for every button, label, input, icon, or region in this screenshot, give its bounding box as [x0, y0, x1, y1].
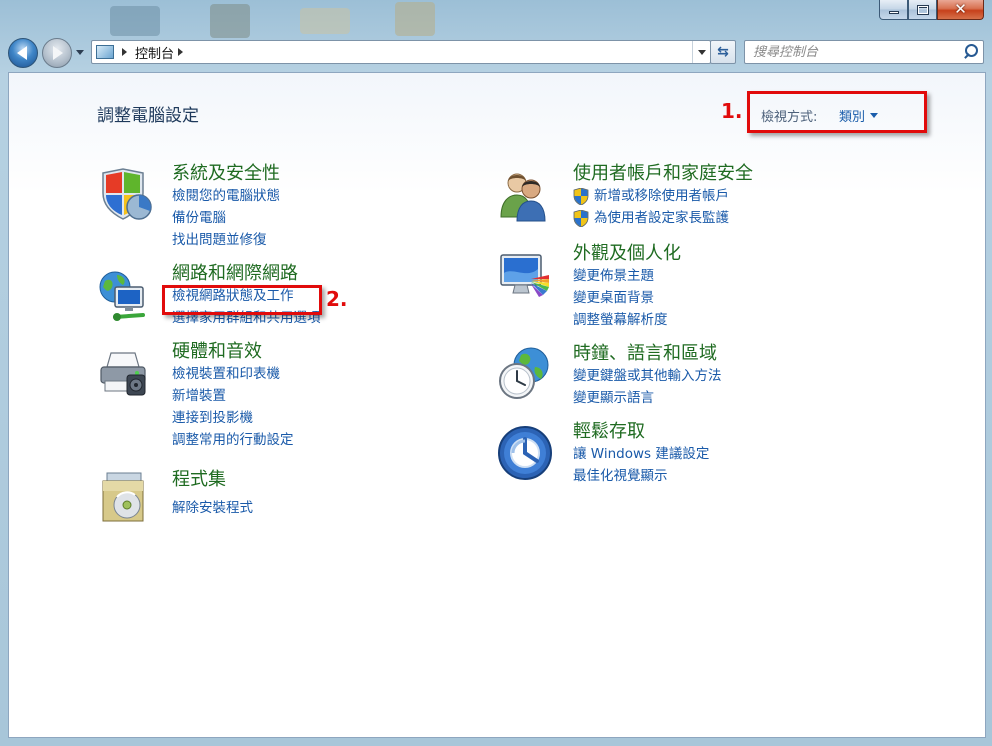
background-blur: [300, 8, 350, 34]
network-internet-icon: [99, 271, 145, 321]
annotation-1-label: 1.: [721, 99, 743, 123]
background-blur: [110, 6, 160, 36]
uac-shield-icon: [573, 188, 589, 205]
chevron-down-icon: [697, 49, 706, 55]
annotation-2-label: 2.: [326, 287, 348, 311]
user-accounts-icon: [500, 173, 546, 222]
ease-of-access-icon: [498, 426, 552, 480]
category-title-hardware-sound[interactable]: 硬體和音效: [172, 341, 294, 363]
maximize-icon: [916, 4, 929, 15]
link-change-desktop-background[interactable]: 變更桌面背景: [573, 287, 681, 309]
link-connect-projector[interactable]: 連接到投影機: [172, 407, 294, 429]
recent-pages-dropdown[interactable]: [76, 50, 84, 55]
background-blur: [395, 2, 435, 36]
appearance-icon: [500, 254, 549, 297]
link-back-up-computer[interactable]: 備份電腦: [172, 207, 280, 229]
annotation-2-box: [162, 285, 322, 315]
category-title-network-internet[interactable]: 網路和網際網路: [172, 263, 321, 285]
category-clock-language-region: 時鐘、語言和區域 變更鍵盤或其他輸入方法 變更顯示語言: [573, 343, 722, 409]
maximize-button[interactable]: [908, 0, 937, 20]
link-parental-controls-label[interactable]: 為使用者設定家長監護: [594, 210, 729, 226]
address-bar[interactable]: 控制台: [91, 40, 711, 64]
minimize-button[interactable]: [879, 0, 908, 20]
link-let-windows-suggest[interactable]: 讓 Windows 建議設定: [573, 443, 709, 465]
clock-language-icon: [499, 347, 549, 399]
caption-buttons: ✕: [879, 0, 984, 20]
link-add-device[interactable]: 新增裝置: [172, 385, 294, 407]
address-dropdown-button[interactable]: [692, 41, 710, 63]
category-title-programs[interactable]: 程式集: [172, 469, 253, 491]
window-frame: ✕ 控制台 ⇆ 調整電腦設定 檢視方式: 類別: [0, 0, 992, 746]
control-panel-icon: [96, 45, 114, 59]
hardware-sound-icon: [100, 352, 146, 396]
category-user-accounts: 使用者帳戶和家庭安全 新增或移除使用者帳戶 為使用者設定家長監護: [573, 163, 753, 229]
category-programs: 程式集 解除安裝程式: [172, 469, 253, 519]
link-view-devices-printers[interactable]: 檢視裝置和印表機: [172, 363, 294, 385]
link-change-theme[interactable]: 變更佈景主題: [573, 265, 681, 287]
close-icon: ✕: [954, 0, 967, 18]
link-uninstall-program[interactable]: 解除安裝程式: [172, 497, 253, 519]
forward-button[interactable]: [42, 38, 72, 68]
uac-shield-icon: [573, 210, 589, 227]
content-pane: 調整電腦設定 檢視方式: 類別 系統及安全性 檢閱您的電腦狀態 備份電腦 找出問…: [8, 72, 986, 738]
close-button[interactable]: ✕: [937, 0, 984, 20]
category-system-security: 系統及安全性 檢閱您的電腦狀態 備份電腦 找出問題並修復: [172, 163, 280, 251]
minimize-icon: [888, 11, 899, 14]
link-adjust-resolution[interactable]: 調整螢幕解析度: [573, 309, 681, 331]
category-ease-of-access: 輕鬆存取 讓 Windows 建議設定 最佳化視覺顯示: [573, 421, 709, 487]
category-title-clock-language-region[interactable]: 時鐘、語言和區域: [573, 343, 722, 365]
back-button[interactable]: [8, 38, 38, 68]
back-arrow-icon: [17, 46, 27, 60]
category-title-system-security[interactable]: 系統及安全性: [172, 163, 280, 185]
breadcrumb-chevron-icon[interactable]: [122, 48, 127, 56]
category-appearance: 外觀及個人化 變更佈景主題 變更桌面背景 調整螢幕解析度: [573, 243, 681, 331]
link-change-keyboards[interactable]: 變更鍵盤或其他輸入方法: [573, 365, 722, 387]
link-add-remove-accounts[interactable]: 新增或移除使用者帳戶: [573, 185, 753, 207]
link-mobility-settings[interactable]: 調整常用的行動設定: [172, 429, 294, 451]
link-change-display-language[interactable]: 變更顯示語言: [573, 387, 722, 409]
annotation-1-box: [747, 91, 927, 133]
search-icon[interactable]: [961, 41, 983, 63]
link-find-fix-problems[interactable]: 找出問題並修復: [172, 229, 280, 251]
category-title-ease-of-access[interactable]: 輕鬆存取: [573, 421, 709, 443]
category-hardware-sound: 硬體和音效 檢視裝置和印表機 新增裝置 連接到投影機 調整常用的行動設定: [172, 341, 294, 451]
link-parental-controls[interactable]: 為使用者設定家長監護: [573, 207, 753, 229]
search-input[interactable]: [753, 42, 961, 62]
link-optimize-visual-display[interactable]: 最佳化視覺顯示: [573, 465, 709, 487]
category-title-appearance[interactable]: 外觀及個人化: [573, 243, 681, 265]
category-title-user-accounts[interactable]: 使用者帳戶和家庭安全: [573, 163, 753, 185]
forward-arrow-icon: [53, 46, 63, 60]
link-review-computer-status[interactable]: 檢閱您的電腦狀態: [172, 185, 280, 207]
system-security-icon: [102, 168, 152, 220]
background-blur: [210, 4, 250, 38]
breadcrumb-control-panel[interactable]: 控制台: [135, 43, 174, 62]
search-box[interactable]: [744, 40, 984, 64]
refresh-icon: ⇆: [717, 44, 729, 60]
page-title: 調整電腦設定: [97, 106, 199, 126]
programs-icon: [102, 472, 144, 522]
link-add-remove-accounts-label[interactable]: 新增或移除使用者帳戶: [594, 188, 729, 204]
refresh-button[interactable]: ⇆: [710, 40, 736, 64]
breadcrumb-chevron-icon[interactable]: [178, 48, 184, 56]
